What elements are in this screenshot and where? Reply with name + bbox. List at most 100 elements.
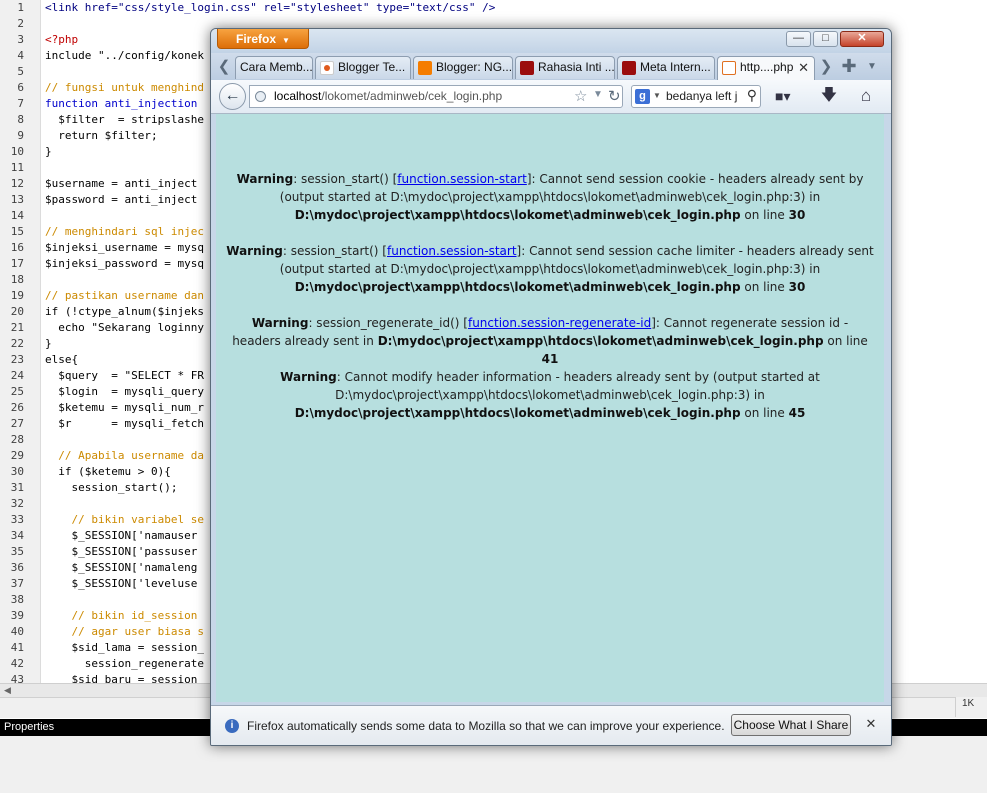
- code-text: session_regenerate: [45, 657, 204, 670]
- warning-text: : session_start() [: [282, 244, 387, 258]
- line-number: 28: [10, 433, 24, 446]
- close-notification-icon[interactable]: ✕: [863, 716, 879, 732]
- globe-icon[interactable]: [255, 91, 266, 102]
- new-tab-icon[interactable]: ✚: [839, 57, 859, 77]
- line-number: 21: [10, 321, 24, 334]
- history-dropdown-icon[interactable]: ▼: [593, 89, 603, 100]
- code-text: $username = anti_inject: [45, 177, 198, 190]
- line-number: 37: [10, 577, 24, 590]
- line-number: 15: [10, 225, 24, 238]
- line-number: 1: [17, 1, 24, 14]
- warning-message-4: Warning: Cannot modify header informatio…: [226, 368, 874, 422]
- bookmarks-menu-button[interactable]: ■▾: [775, 87, 805, 107]
- warning-file: D:\mydoc\project\xampp\htdocs\lokomet\ad…: [294, 406, 741, 420]
- line-number: 5: [17, 65, 24, 78]
- warning-message-3: Warning: session_regenerate_id() [functi…: [226, 314, 874, 368]
- status-size: 1K: [955, 697, 987, 717]
- line-number: 24: [10, 369, 24, 382]
- line-number: 13: [10, 193, 24, 206]
- line-number: 40: [10, 625, 24, 638]
- code-text: // bikin variabel se: [45, 513, 204, 526]
- warning-link[interactable]: function.session-regenerate-id: [468, 316, 651, 330]
- url-path: /lokomet/adminweb/cek_login.php: [321, 89, 503, 103]
- tab-scroll-right-icon[interactable]: ❯: [819, 59, 833, 77]
- tab-2[interactable]: Blogger Te...: [315, 56, 411, 79]
- tab-label: Cara Memb...: [240, 60, 313, 74]
- warning-text: on line: [740, 406, 789, 420]
- tab-4[interactable]: Rahasia Inti ...: [515, 56, 615, 79]
- url-bar[interactable]: localhost/lokomet/adminweb/cek_login.php…: [249, 85, 623, 108]
- code-text: // Apabila username da: [45, 449, 204, 462]
- search-input[interactable]: bedanya left j: [666, 86, 737, 107]
- downloads-button[interactable]: 🡇: [819, 86, 839, 106]
- code-text: $ketemu = mysqli_num_r: [45, 401, 204, 414]
- tab-3[interactable]: Blogger: NG...: [413, 56, 513, 79]
- line-number: 16: [10, 241, 24, 254]
- google-icon[interactable]: g: [635, 89, 650, 104]
- reload-icon[interactable]: ↻: [608, 87, 621, 105]
- line-number: 29: [10, 449, 24, 462]
- warning-link[interactable]: function.session-start: [397, 172, 527, 186]
- tab-strip: ❮ Cara Memb... Blogger Te... Blogger: NG…: [211, 53, 891, 80]
- notification-text: Firefox automatically sends some data to…: [247, 719, 725, 733]
- tab-scroll-left-icon[interactable]: ❮: [215, 59, 233, 77]
- tab-label: Meta Intern...: [640, 60, 711, 74]
- line-number: 32: [10, 497, 24, 510]
- code-text: echo "Sekarang loginny: [45, 321, 204, 334]
- warning-label: Warning: [280, 370, 337, 384]
- bookmark-star-icon[interactable]: ☆: [574, 87, 587, 105]
- line-number: 2: [17, 17, 24, 30]
- line-number: 10: [10, 145, 24, 158]
- list-all-tabs-icon[interactable]: ▼: [865, 61, 879, 75]
- line-number: 3: [17, 33, 24, 46]
- warning-link[interactable]: function.session-start: [387, 244, 517, 258]
- code-text: // agar user biasa s: [45, 625, 204, 638]
- back-button[interactable]: ←: [219, 83, 246, 110]
- close-tab-icon[interactable]: ✕: [798, 57, 809, 78]
- code-text: $filter = stripslashe: [45, 113, 204, 126]
- url-text[interactable]: localhost/lokomet/adminweb/cek_login.php: [274, 86, 502, 107]
- line-number: 17: [10, 257, 24, 270]
- site-icon: [520, 61, 534, 75]
- line-number: 39: [10, 609, 24, 622]
- code-text: return $filter;: [45, 129, 158, 142]
- maximize-button[interactable]: □: [813, 31, 838, 47]
- choose-what-i-share-button[interactable]: Choose What I Share: [731, 714, 851, 736]
- warning-line-number: 30: [788, 280, 806, 294]
- page-content: Warning: session_start() [function.sessi…: [216, 114, 884, 702]
- warning-text: : session_regenerate_id() [: [308, 316, 468, 330]
- tab-label: Blogger: NG...: [436, 60, 513, 74]
- tab-label: http....php: [740, 60, 794, 74]
- url-host: localhost: [274, 89, 322, 103]
- firefox-menu-button[interactable]: Firefox ▼: [217, 29, 309, 49]
- code-text: $sid_lama = session_: [45, 641, 204, 654]
- tab-label: Rahasia Inti ...: [538, 60, 615, 74]
- warning-label: Warning: [251, 316, 309, 330]
- warning-text: on line: [740, 208, 789, 222]
- code-line: 1 <link href="css/style_login.css" rel="s…: [0, 0, 987, 16]
- close-window-button[interactable]: ✕: [840, 31, 884, 47]
- warning-line-number: 45: [788, 406, 806, 420]
- search-bar[interactable]: g ▼ bedanya left j ⚲: [631, 85, 761, 108]
- warning-file: D:\mydoc\project\xampp\htdocs\lokomet\ad…: [377, 334, 824, 348]
- code-text: $injeksi_username = mysq: [45, 241, 204, 254]
- bookmarks-icon: ■▾: [775, 88, 791, 104]
- line-number: 25: [10, 385, 24, 398]
- home-button[interactable]: ⌂: [855, 86, 877, 106]
- code-text: $sid_baru = session_: [45, 673, 204, 683]
- line-number: 4: [17, 49, 24, 62]
- line-number: 12: [10, 177, 24, 190]
- line-number: 41: [10, 641, 24, 654]
- title-bar[interactable]: Firefox ▼ — □ ✕: [211, 29, 891, 53]
- line-number: 8: [17, 113, 24, 126]
- line-number: 7: [17, 97, 24, 110]
- search-engine-dropdown-icon[interactable]: ▼: [653, 91, 661, 100]
- minimize-button[interactable]: —: [786, 31, 811, 47]
- code-text: // pastikan username dan: [45, 289, 204, 302]
- scroll-left-arrow-icon[interactable]: ◀: [4, 685, 11, 696]
- tab-5[interactable]: Meta Intern...: [617, 56, 715, 79]
- search-icon[interactable]: ⚲: [747, 87, 757, 104]
- tab-active[interactable]: http....php ✕: [717, 56, 815, 80]
- warning-message-1: Warning: session_start() [function.sessi…: [226, 170, 874, 224]
- tab-1[interactable]: Cara Memb...: [235, 56, 313, 79]
